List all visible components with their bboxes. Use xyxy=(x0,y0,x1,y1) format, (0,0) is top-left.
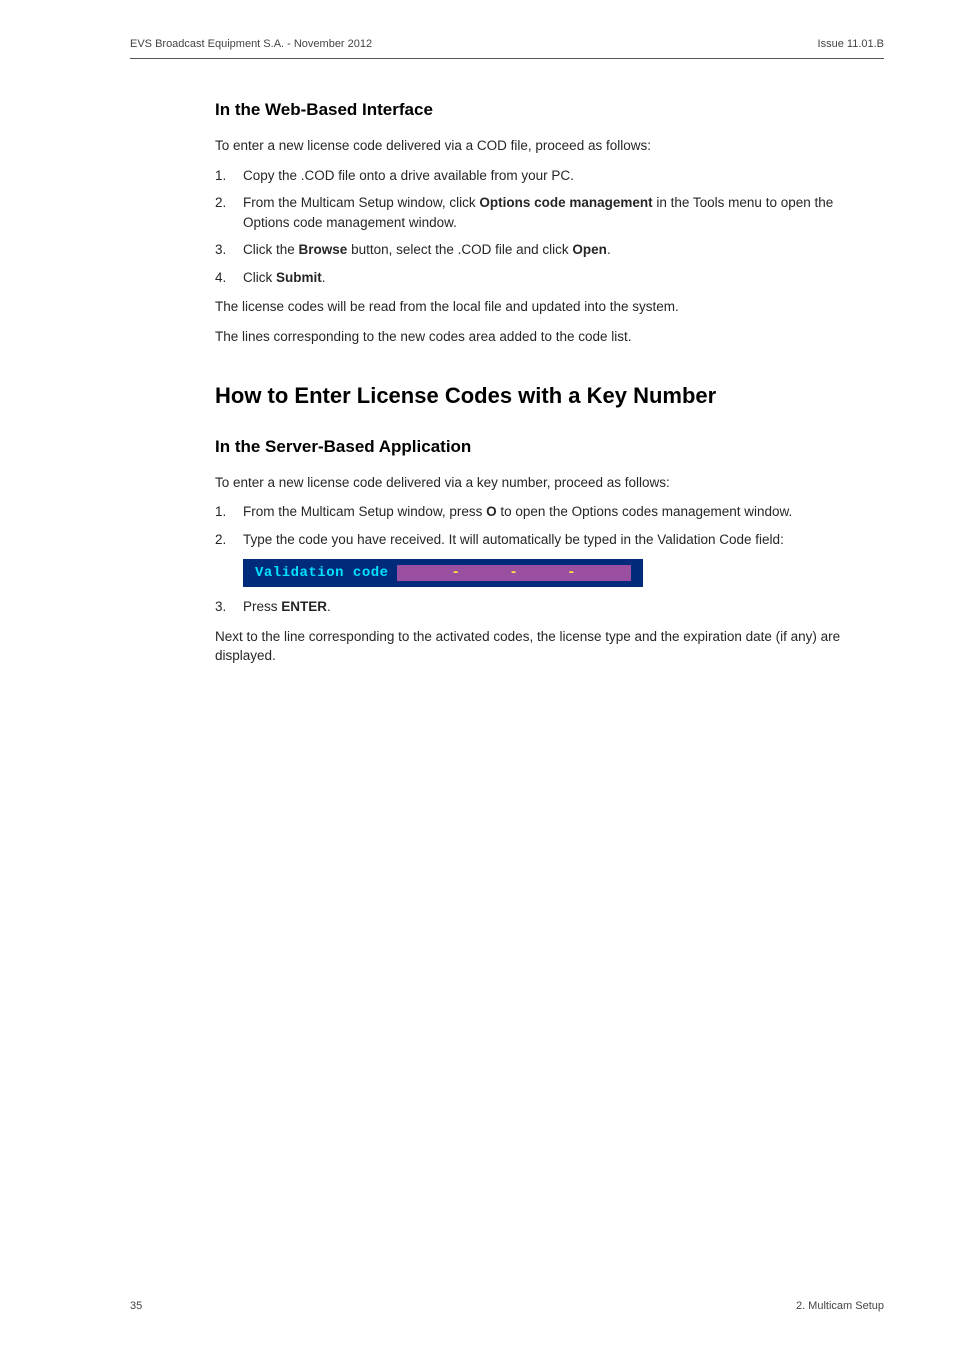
list-item: Click Submit. xyxy=(215,268,854,288)
page-footer: 35 2. Multicam Setup xyxy=(130,1300,884,1312)
page-content: In the Web-Based Interface To enter a ne… xyxy=(215,100,854,676)
steps-list-2: From the Multicam Setup window, press O … xyxy=(215,502,854,549)
validation-code-input: - - - xyxy=(397,565,631,581)
validation-code-label: Validation code xyxy=(255,565,389,581)
steps-list-1: Copy the .COD file onto a drive availabl… xyxy=(215,166,854,288)
page-number: 35 xyxy=(130,1300,142,1312)
page-header: EVS Broadcast Equipment S.A. - November … xyxy=(130,0,884,59)
heading-key-number: How to Enter License Codes with a Key Nu… xyxy=(215,383,854,409)
validation-code-box: Validation code - - - xyxy=(243,559,643,587)
dash-icon: - xyxy=(509,565,518,581)
list-item: Type the code you have received. It will… xyxy=(215,530,854,550)
intro-text: To enter a new license code delivered vi… xyxy=(215,473,854,493)
header-right: Issue 11.01.B xyxy=(818,38,884,50)
list-item: From the Multicam Setup window, click Op… xyxy=(215,193,854,232)
heading-web-interface: In the Web-Based Interface xyxy=(215,100,854,120)
footer-section: 2. Multicam Setup xyxy=(796,1300,884,1312)
header-left: EVS Broadcast Equipment S.A. - November … xyxy=(130,38,372,50)
list-item: Press ENTER. xyxy=(215,597,854,617)
dash-icon: - xyxy=(451,565,460,581)
paragraph: Next to the line corresponding to the ac… xyxy=(215,627,854,666)
heading-server-app: In the Server-Based Application xyxy=(215,437,854,457)
dash-icon: - xyxy=(567,565,576,581)
list-item: Click the Browse button, select the .COD… xyxy=(215,240,854,260)
paragraph: The lines corresponding to the new codes… xyxy=(215,327,854,347)
list-item: From the Multicam Setup window, press O … xyxy=(215,502,854,522)
list-item: Copy the .COD file onto a drive availabl… xyxy=(215,166,854,186)
paragraph: The license codes will be read from the … xyxy=(215,297,854,317)
steps-list-2-cont: Press ENTER. xyxy=(215,597,854,617)
intro-text: To enter a new license code delivered vi… xyxy=(215,136,854,156)
